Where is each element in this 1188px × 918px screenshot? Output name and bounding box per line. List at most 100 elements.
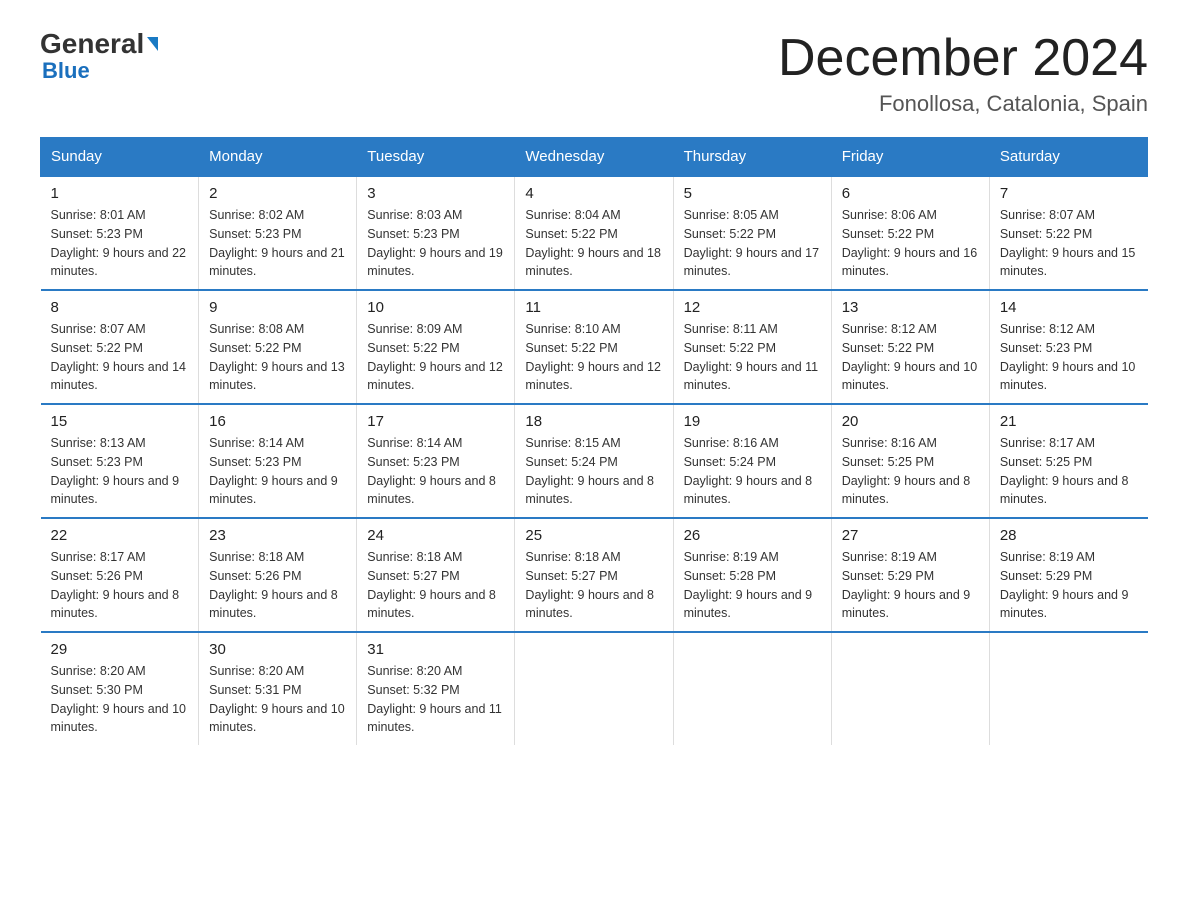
calendar-cell [831, 632, 989, 745]
calendar-cell: 23 Sunrise: 8:18 AMSunset: 5:26 PMDaylig… [199, 518, 357, 632]
day-number: 26 [684, 527, 821, 544]
calendar-week-2: 8 Sunrise: 8:07 AMSunset: 5:22 PMDayligh… [41, 290, 1148, 404]
day-info: Sunrise: 8:08 AMSunset: 5:22 PMDaylight:… [209, 320, 346, 395]
calendar-cell: 8 Sunrise: 8:07 AMSunset: 5:22 PMDayligh… [41, 290, 199, 404]
logo: General Blue [40, 30, 158, 82]
day-info: Sunrise: 8:16 AMSunset: 5:24 PMDaylight:… [684, 434, 821, 509]
day-info: Sunrise: 8:12 AMSunset: 5:23 PMDaylight:… [1000, 320, 1138, 395]
calendar-cell [989, 632, 1147, 745]
calendar-cell [515, 632, 673, 745]
header-wednesday: Wednesday [515, 138, 673, 177]
calendar-cell: 19 Sunrise: 8:16 AMSunset: 5:24 PMDaylig… [673, 404, 831, 518]
calendar-cell: 18 Sunrise: 8:15 AMSunset: 5:24 PMDaylig… [515, 404, 673, 518]
day-info: Sunrise: 8:07 AMSunset: 5:22 PMDaylight:… [1000, 206, 1138, 281]
calendar-cell: 24 Sunrise: 8:18 AMSunset: 5:27 PMDaylig… [357, 518, 515, 632]
day-number: 22 [51, 527, 189, 544]
calendar-cell: 6 Sunrise: 8:06 AMSunset: 5:22 PMDayligh… [831, 176, 989, 290]
day-info: Sunrise: 8:13 AMSunset: 5:23 PMDaylight:… [51, 434, 189, 509]
calendar-cell: 15 Sunrise: 8:13 AMSunset: 5:23 PMDaylig… [41, 404, 199, 518]
day-info: Sunrise: 8:05 AMSunset: 5:22 PMDaylight:… [684, 206, 821, 281]
day-info: Sunrise: 8:20 AMSunset: 5:31 PMDaylight:… [209, 662, 346, 737]
calendar-cell: 17 Sunrise: 8:14 AMSunset: 5:23 PMDaylig… [357, 404, 515, 518]
day-info: Sunrise: 8:06 AMSunset: 5:22 PMDaylight:… [842, 206, 979, 281]
day-info: Sunrise: 8:20 AMSunset: 5:32 PMDaylight:… [367, 662, 504, 737]
day-info: Sunrise: 8:01 AMSunset: 5:23 PMDaylight:… [51, 206, 189, 281]
day-info: Sunrise: 8:04 AMSunset: 5:22 PMDaylight:… [525, 206, 662, 281]
calendar-cell: 29 Sunrise: 8:20 AMSunset: 5:30 PMDaylig… [41, 632, 199, 745]
day-info: Sunrise: 8:20 AMSunset: 5:30 PMDaylight:… [51, 662, 189, 737]
day-number: 11 [525, 299, 662, 316]
day-number: 10 [367, 299, 504, 316]
day-number: 3 [367, 185, 504, 202]
day-info: Sunrise: 8:10 AMSunset: 5:22 PMDaylight:… [525, 320, 662, 395]
day-info: Sunrise: 8:18 AMSunset: 5:27 PMDaylight:… [525, 548, 662, 623]
day-number: 9 [209, 299, 346, 316]
calendar-table: SundayMondayTuesdayWednesdayThursdayFrid… [40, 137, 1148, 745]
day-number: 6 [842, 185, 979, 202]
calendar-cell: 25 Sunrise: 8:18 AMSunset: 5:27 PMDaylig… [515, 518, 673, 632]
day-number: 14 [1000, 299, 1138, 316]
day-number: 27 [842, 527, 979, 544]
header-sunday: Sunday [41, 138, 199, 177]
calendar-week-1: 1 Sunrise: 8:01 AMSunset: 5:23 PMDayligh… [41, 176, 1148, 290]
header-saturday: Saturday [989, 138, 1147, 177]
calendar-cell: 14 Sunrise: 8:12 AMSunset: 5:23 PMDaylig… [989, 290, 1147, 404]
calendar-cell: 4 Sunrise: 8:04 AMSunset: 5:22 PMDayligh… [515, 176, 673, 290]
calendar-title: December 2024 [778, 30, 1148, 87]
day-info: Sunrise: 8:07 AMSunset: 5:22 PMDaylight:… [51, 320, 189, 395]
day-number: 21 [1000, 413, 1138, 430]
calendar-cell: 2 Sunrise: 8:02 AMSunset: 5:23 PMDayligh… [199, 176, 357, 290]
day-info: Sunrise: 8:18 AMSunset: 5:27 PMDaylight:… [367, 548, 504, 623]
page-header: General Blue December 2024 Fonollosa, Ca… [40, 30, 1148, 117]
day-info: Sunrise: 8:17 AMSunset: 5:26 PMDaylight:… [51, 548, 189, 623]
calendar-cell: 16 Sunrise: 8:14 AMSunset: 5:23 PMDaylig… [199, 404, 357, 518]
calendar-cell: 31 Sunrise: 8:20 AMSunset: 5:32 PMDaylig… [357, 632, 515, 745]
day-number: 31 [367, 641, 504, 658]
day-number: 30 [209, 641, 346, 658]
calendar-cell: 20 Sunrise: 8:16 AMSunset: 5:25 PMDaylig… [831, 404, 989, 518]
calendar-week-4: 22 Sunrise: 8:17 AMSunset: 5:26 PMDaylig… [41, 518, 1148, 632]
day-info: Sunrise: 8:16 AMSunset: 5:25 PMDaylight:… [842, 434, 979, 509]
day-number: 13 [842, 299, 979, 316]
day-info: Sunrise: 8:17 AMSunset: 5:25 PMDaylight:… [1000, 434, 1138, 509]
day-number: 19 [684, 413, 821, 430]
logo-blue-text: Blue [42, 60, 90, 82]
calendar-cell: 1 Sunrise: 8:01 AMSunset: 5:23 PMDayligh… [41, 176, 199, 290]
calendar-cell: 21 Sunrise: 8:17 AMSunset: 5:25 PMDaylig… [989, 404, 1147, 518]
calendar-cell: 11 Sunrise: 8:10 AMSunset: 5:22 PMDaylig… [515, 290, 673, 404]
day-number: 17 [367, 413, 504, 430]
day-number: 20 [842, 413, 979, 430]
calendar-cell: 26 Sunrise: 8:19 AMSunset: 5:28 PMDaylig… [673, 518, 831, 632]
day-number: 8 [51, 299, 189, 316]
day-number: 12 [684, 299, 821, 316]
day-info: Sunrise: 8:02 AMSunset: 5:23 PMDaylight:… [209, 206, 346, 281]
calendar-cell: 30 Sunrise: 8:20 AMSunset: 5:31 PMDaylig… [199, 632, 357, 745]
day-info: Sunrise: 8:19 AMSunset: 5:29 PMDaylight:… [842, 548, 979, 623]
logo-general-text: General [40, 30, 144, 58]
day-number: 2 [209, 185, 346, 202]
day-number: 7 [1000, 185, 1138, 202]
day-number: 1 [51, 185, 189, 202]
day-info: Sunrise: 8:19 AMSunset: 5:29 PMDaylight:… [1000, 548, 1138, 623]
calendar-cell: 10 Sunrise: 8:09 AMSunset: 5:22 PMDaylig… [357, 290, 515, 404]
day-info: Sunrise: 8:14 AMSunset: 5:23 PMDaylight:… [209, 434, 346, 509]
day-info: Sunrise: 8:15 AMSunset: 5:24 PMDaylight:… [525, 434, 662, 509]
calendar-subtitle: Fonollosa, Catalonia, Spain [778, 91, 1148, 117]
calendar-cell [673, 632, 831, 745]
header-tuesday: Tuesday [357, 138, 515, 177]
day-info: Sunrise: 8:12 AMSunset: 5:22 PMDaylight:… [842, 320, 979, 395]
calendar-cell: 12 Sunrise: 8:11 AMSunset: 5:22 PMDaylig… [673, 290, 831, 404]
calendar-cell: 27 Sunrise: 8:19 AMSunset: 5:29 PMDaylig… [831, 518, 989, 632]
calendar-cell: 5 Sunrise: 8:05 AMSunset: 5:22 PMDayligh… [673, 176, 831, 290]
day-number: 18 [525, 413, 662, 430]
day-info: Sunrise: 8:18 AMSunset: 5:26 PMDaylight:… [209, 548, 346, 623]
calendar-cell: 28 Sunrise: 8:19 AMSunset: 5:29 PMDaylig… [989, 518, 1147, 632]
day-number: 23 [209, 527, 346, 544]
day-number: 25 [525, 527, 662, 544]
day-info: Sunrise: 8:11 AMSunset: 5:22 PMDaylight:… [684, 320, 821, 395]
calendar-cell: 7 Sunrise: 8:07 AMSunset: 5:22 PMDayligh… [989, 176, 1147, 290]
day-number: 29 [51, 641, 189, 658]
header-friday: Friday [831, 138, 989, 177]
day-number: 15 [51, 413, 189, 430]
day-number: 24 [367, 527, 504, 544]
